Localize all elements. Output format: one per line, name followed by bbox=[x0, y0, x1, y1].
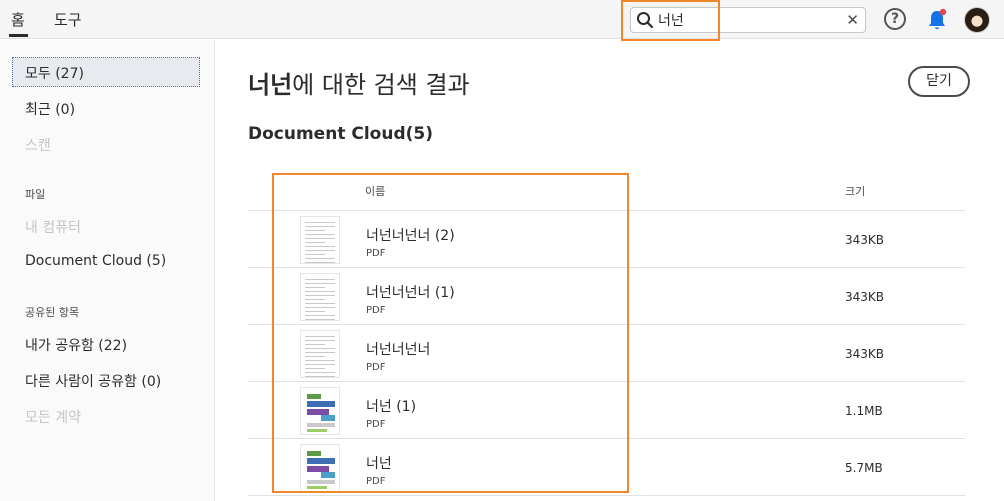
tab-tools[interactable]: 도구 bbox=[54, 9, 82, 30]
help-icon[interactable]: ? bbox=[884, 8, 906, 30]
sidebar: 모두 (27) 최근 (0) 스캔 파일 내 컴퓨터 Document Clou… bbox=[0, 40, 215, 501]
section-title: Document Cloud(5) bbox=[248, 124, 433, 144]
search-query: 너넌 bbox=[248, 71, 293, 99]
sidebar-heading-shared: 공유된 항목 bbox=[25, 306, 80, 319]
sidebar-item-scan[interactable]: 스캔 bbox=[25, 135, 51, 155]
tab-home[interactable]: 홈 bbox=[11, 9, 25, 30]
file-size: 343KB bbox=[845, 347, 885, 361]
notification-dot bbox=[939, 8, 947, 16]
sidebar-item-document-cloud[interactable]: Document Cloud (5) bbox=[25, 253, 166, 269]
sidebar-item-all[interactable]: 모두 (27) bbox=[25, 63, 84, 83]
top-bar: 홈 도구 ✕ ? bbox=[0, 0, 1004, 39]
avatar[interactable] bbox=[964, 7, 990, 33]
sidebar-item-shared-by-me[interactable]: 내가 공유함 (22) bbox=[25, 335, 127, 355]
page-title-suffix: 에 대한 검색 결과 bbox=[292, 71, 470, 99]
file-size: 1.1MB bbox=[845, 404, 883, 418]
sidebar-item-my-computer[interactable]: 내 컴퓨터 bbox=[25, 217, 81, 237]
page-title: 너넌에 대한 검색 결과 bbox=[248, 65, 470, 100]
active-tab-indicator bbox=[9, 34, 28, 37]
sidebar-item-recent[interactable]: 최근 (0) bbox=[25, 99, 75, 119]
column-header-size[interactable]: 크기 bbox=[845, 183, 865, 199]
close-button[interactable]: 닫기 bbox=[908, 66, 970, 97]
file-size: 5.7MB bbox=[845, 461, 883, 475]
sidebar-item-all-agreements[interactable]: 모든 계약 bbox=[25, 407, 81, 427]
sidebar-heading-files: 파일 bbox=[25, 188, 46, 201]
clear-icon[interactable]: ✕ bbox=[846, 10, 859, 30]
sidebar-item-shared-by-others[interactable]: 다른 사람이 공유함 (0) bbox=[25, 371, 161, 391]
bell-icon[interactable] bbox=[926, 8, 948, 32]
file-size: 343KB bbox=[845, 290, 885, 304]
search-highlight-box bbox=[621, 0, 720, 41]
file-size: 343KB bbox=[845, 233, 885, 247]
results-highlight-box bbox=[272, 173, 629, 493]
